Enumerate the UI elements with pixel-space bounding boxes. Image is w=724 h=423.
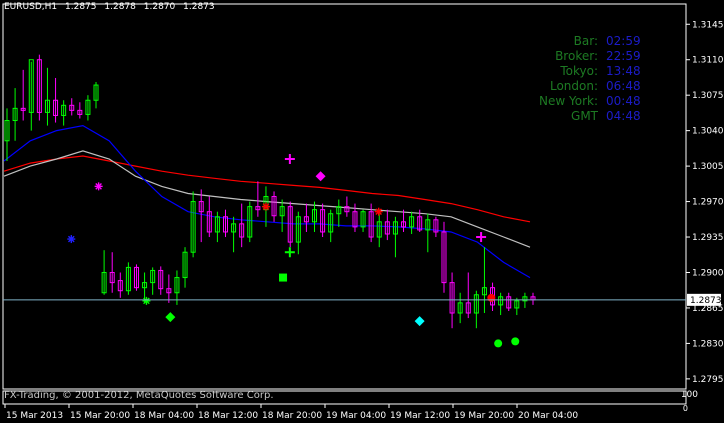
circle-marker: [487, 293, 496, 302]
y-tick-label: 1.2795: [692, 375, 724, 385]
ma-slow-line: [3, 155, 531, 223]
chart-title: EURUSD,H1 1.2875 1.2878 1.2870 1.2873: [4, 2, 220, 12]
clock-row: Bar: 02:59: [539, 34, 642, 49]
y-tick-label: 1.3110: [692, 56, 724, 66]
y-tick-label: 1.3145: [692, 20, 724, 30]
time-axis[interactable]: 15 Mar 2013 15 Mar 20:00 18 Mar 04:00 18 Ma…: [4, 404, 578, 421]
ma-mid-line: [3, 150, 531, 248]
clock-row: GMT 04:48: [539, 109, 642, 124]
clock-value: 06:48: [606, 79, 641, 93]
star-marker: [67, 235, 76, 244]
clock-label: GMT: [571, 109, 598, 123]
clock-label: Bar:: [573, 34, 598, 48]
clock-value: 04:48: [606, 109, 641, 123]
clock-value: 00:48: [606, 94, 641, 108]
x-tick-label: 15 Mar 20:00: [70, 411, 130, 421]
x-tick-label: 18 Mar 20:00: [262, 411, 322, 421]
cross-marker: [476, 232, 487, 243]
circle-marker: [511, 337, 520, 346]
ohlc-low: 1.2870: [143, 2, 176, 12]
ohlc-close: 1.2873: [183, 2, 215, 12]
moving-averages: [3, 124, 531, 279]
clock-label: London:: [549, 79, 598, 93]
cross-marker: [284, 247, 295, 258]
session-clock: Bar: 02:59 Broker: 22:59 Tokyo: 13:48 Londo…: [539, 34, 642, 124]
y-tick-label: 1.3075: [692, 91, 724, 101]
x-tick-label: 19 Mar 04:00: [326, 411, 386, 421]
star-marker: [261, 202, 270, 211]
cross-marker: [284, 154, 295, 165]
clock-label: Tokyo:: [560, 64, 598, 78]
star-marker: [374, 207, 383, 216]
clock-value: 13:48: [606, 64, 641, 78]
clock-row: Tokyo: 13:48: [539, 64, 642, 79]
diamond-marker: [315, 171, 326, 182]
subwindow-zero: 0: [682, 404, 688, 413]
current-price-label: 1.2873: [690, 296, 722, 306]
candles: [4, 54, 536, 329]
star-marker: [142, 296, 151, 305]
diamond-marker: [165, 312, 176, 323]
y-tick-label: 1.2900: [692, 268, 724, 278]
x-tick-label: 18 Mar 04:00: [134, 411, 194, 421]
y-tick-label: 1.2935: [692, 233, 724, 243]
x-tick-label: 19 Mar 20:00: [454, 411, 514, 421]
clock-value: 02:59: [606, 34, 641, 48]
clock-value: 22:59: [606, 49, 641, 63]
y-tick-label: 1.2830: [692, 339, 724, 349]
symbol-label: EURUSD,H1: [4, 2, 58, 12]
signal-markers: [67, 154, 520, 348]
copyright-label: FX-Trading, © 2001-2012, MetaQuotes Soft…: [4, 390, 274, 401]
clock-row: New York: 00:48: [539, 94, 642, 109]
x-tick-label: 19 Mar 12:00: [390, 411, 450, 421]
x-tick-label: 15 Mar 2013: [6, 411, 63, 421]
diamond-marker: [414, 316, 425, 327]
ohlc-open: 1.2875: [65, 2, 97, 12]
y-tick-label: 1.2970: [692, 198, 724, 208]
clock-label: Broker:: [555, 49, 598, 63]
star-marker: [94, 182, 103, 191]
square-marker: [279, 273, 288, 282]
clock-row: Broker: 22:59: [539, 49, 642, 64]
subwindow-max: 100: [680, 390, 698, 400]
circle-marker: [494, 339, 503, 348]
clock-label: New York:: [539, 94, 598, 108]
y-tick-label: 1.3005: [692, 162, 724, 172]
ohlc-high: 1.2878: [104, 2, 136, 12]
clock-row: London: 06:48: [539, 79, 642, 94]
y-tick-label: 1.3040: [692, 127, 724, 137]
x-tick-label: 20 Mar 04:00: [518, 411, 578, 421]
x-tick-label: 18 Mar 12:00: [198, 411, 258, 421]
